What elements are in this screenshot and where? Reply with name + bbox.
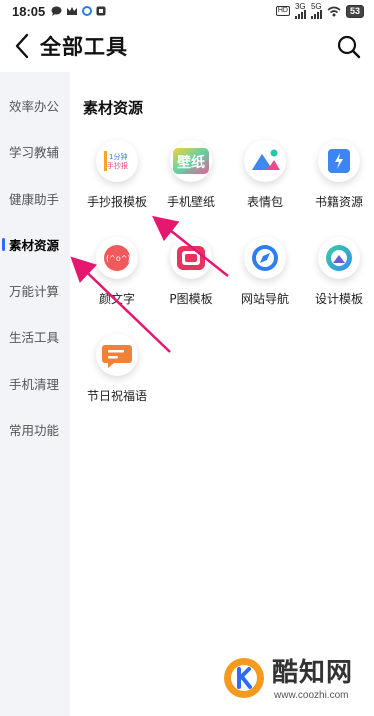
tool-label: 颜文字 — [98, 292, 135, 306]
kaomoji-icon: (^o^) — [96, 237, 138, 279]
sidebar-item-label: 常用功能 — [9, 422, 60, 438]
signal-bars-icon — [294, 10, 306, 19]
sidebar-item-label: 健康助手 — [9, 191, 60, 207]
tool-site-navigation[interactable]: 网站导航 — [227, 237, 303, 313]
sidebar-item-common[interactable]: 常用功能 — [0, 414, 70, 444]
emoji-pack-icon — [244, 140, 286, 182]
app-square-icon — [96, 6, 106, 16]
sidebar-item-study[interactable]: 学习教辅 — [0, 136, 70, 166]
tool-label: 网站导航 — [240, 292, 289, 306]
status-bar: 18:05 HD 3G 5G 53 — [0, 0, 374, 22]
active-indicator — [2, 238, 5, 251]
battery-icon: 53 — [345, 4, 364, 18]
tool-label: 设计模板 — [314, 292, 363, 306]
back-chevron-icon[interactable] — [12, 32, 34, 60]
section-title: 素材资源 — [83, 99, 144, 117]
sidebar-item-life-tools[interactable]: 生活工具 — [0, 321, 70, 351]
sidebar-item-label: 手机清理 — [9, 376, 60, 392]
tool-label: P图模板 — [169, 292, 213, 306]
tool-design-template[interactable]: 设计模板 — [301, 237, 374, 313]
tool-label: 手抄报模板 — [86, 195, 147, 209]
sidebar-item-materials[interactable]: 素材资源 — [0, 229, 70, 259]
chat-icon — [51, 6, 62, 16]
sidebar-item-label: 万能计算 — [9, 283, 60, 299]
sidebar-item-calculator[interactable]: 万能计算 — [0, 275, 70, 305]
sidebar-item-label: 学习教辅 — [9, 144, 60, 160]
coozhi-logo-icon — [224, 658, 264, 698]
svg-text:壁纸: 壁纸 — [177, 154, 205, 171]
watermark: 酷知网 www.coozhi.com — [222, 652, 372, 712]
sidebar-item-label: 素材资源 — [9, 237, 60, 253]
hd-badge: HD — [275, 6, 290, 16]
photo-template-icon — [170, 237, 212, 279]
tool-label: 表情包 — [246, 195, 283, 209]
compass-icon — [244, 237, 286, 279]
app-ring-icon — [82, 6, 93, 16]
tool-book-resource[interactable]: 书籍资源 — [301, 140, 374, 216]
sidebar-item-phone-clean[interactable]: 手机清理 — [0, 368, 70, 398]
signal-3g-label: 3G — [294, 2, 306, 11]
wifi-icon — [327, 6, 341, 16]
signal-5g: 5G — [310, 2, 322, 19]
search-icon[interactable] — [336, 34, 362, 60]
status-indicators: HD 3G 5G 53 — [275, 2, 364, 19]
signal-bars-icon — [310, 10, 322, 19]
wallpaper-icon: 壁纸 — [170, 140, 212, 182]
category-sidebar: 效率办公 学习教辅 健康助手 素材资源 万能计算 生活工具 手机清理 常用功能 — [0, 72, 70, 716]
tool-festival-greeting[interactable]: 节日祝福语 — [79, 334, 155, 410]
tool-emoji-pack[interactable]: 表情包 — [227, 140, 303, 216]
tool-handcopy-newspaper[interactable]: 1分钟 手抄报 手抄报模板 — [79, 140, 155, 216]
svg-text:手抄报: 手抄报 — [107, 161, 128, 170]
watermark-name: 酷知网 — [272, 658, 354, 688]
sidebar-item-label: 效率办公 — [9, 98, 60, 114]
watermark-url: www.coozhi.com — [274, 690, 349, 701]
status-time: 18:05 — [12, 3, 46, 19]
page-title: 全部工具 — [40, 35, 128, 59]
tool-wallpaper[interactable]: 壁纸 手机壁纸 — [153, 140, 229, 216]
sidebar-item-health[interactable]: 健康助手 — [0, 183, 70, 213]
header: 全部工具 — [0, 22, 374, 70]
design-template-icon — [318, 237, 360, 279]
handcopy-newspaper-icon: 1分钟 手抄报 — [96, 140, 138, 182]
signal-5g-label: 5G — [310, 2, 322, 11]
svg-text:1分钟: 1分钟 — [109, 152, 127, 161]
tool-label: 节日祝福语 — [86, 389, 147, 403]
tool-label: 书籍资源 — [314, 195, 363, 209]
sidebar-item-efficiency[interactable]: 效率办公 — [0, 90, 70, 120]
book-resource-icon — [318, 140, 360, 182]
signal-3g: 3G — [294, 2, 306, 19]
sidebar-item-label: 生活工具 — [9, 329, 60, 345]
tool-kaomoji[interactable]: (^o^) 颜文字 — [79, 237, 155, 313]
svg-text:(^o^): (^o^) — [106, 254, 131, 263]
tool-label: 手机壁纸 — [166, 195, 215, 209]
festival-greeting-icon — [96, 334, 138, 376]
notification-icons — [51, 6, 106, 16]
crown-icon — [67, 7, 78, 15]
tool-photo-template[interactable]: P图模板 — [153, 237, 229, 313]
